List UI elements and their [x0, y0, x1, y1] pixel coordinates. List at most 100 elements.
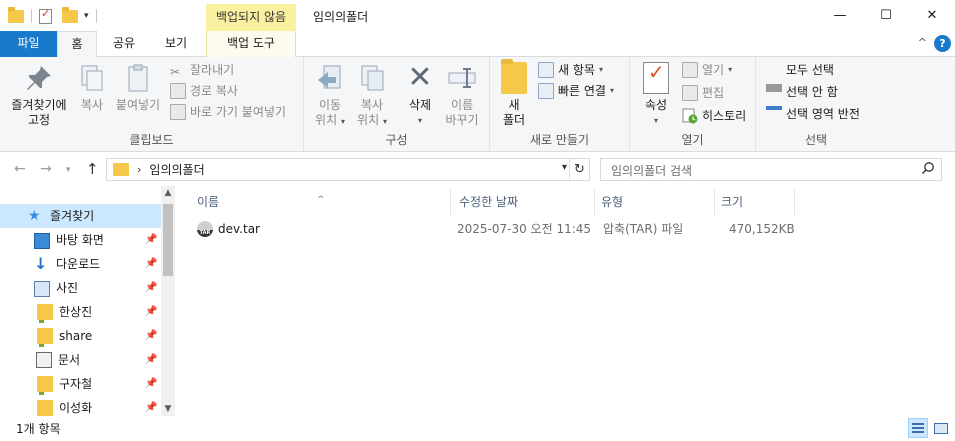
address-bar[interactable]: › 임의의폴더 ▾ ↻	[106, 158, 590, 181]
nav-item-documents[interactable]: 문서 📌	[0, 348, 161, 372]
pin-icon[interactable]: 📌	[145, 324, 157, 348]
pin-icon[interactable]: 📌	[145, 276, 157, 300]
nav-item-desktop[interactable]: 바탕 화면 📌	[0, 228, 161, 252]
nav-item-folder[interactable]: 한상진 📌	[0, 300, 161, 324]
nav-item-quick-access[interactable]: ★ 즐겨찾기	[0, 204, 161, 228]
column-header-modified[interactable]: 수정한 날짜	[451, 189, 595, 215]
copy-path-button[interactable]: 경로 복사	[170, 81, 238, 101]
new-folder-label-line1: 새	[508, 98, 520, 112]
window-title: 임의의폴더	[313, 10, 369, 24]
customize-toolbar-icon[interactable]: ▾	[84, 11, 89, 21]
pin-to-quick-access-button[interactable]: 즐겨찾기에 고정	[6, 62, 72, 128]
properties-icon[interactable]	[39, 7, 52, 24]
invert-selection-button[interactable]: 선택 영역 반전	[766, 104, 860, 124]
up-arrow-icon[interactable]: ↑	[86, 160, 99, 178]
table-row[interactable]: dev.tar 2025-07-30 오전 11:45 압축(TAR) 파일 4…	[195, 218, 795, 240]
back-arrow-icon[interactable]: ←	[14, 161, 26, 177]
scroll-thumb[interactable]	[163, 204, 173, 276]
collapse-ribbon-icon[interactable]: ^	[918, 36, 927, 49]
tab-backup-tools[interactable]: 백업 도구	[206, 31, 296, 57]
recent-locations-icon[interactable]: ▾	[66, 165, 71, 175]
search-placeholder: 임의의폴더 검색	[611, 164, 693, 178]
refresh-icon[interactable]: ↻	[569, 159, 589, 180]
large-icons-view-icon[interactable]	[931, 418, 951, 438]
help-icon[interactable]: ?	[934, 35, 951, 52]
pin-icon[interactable]: 📌	[145, 348, 157, 372]
nav-item-label: 한상진	[59, 305, 93, 319]
new-folder-button[interactable]: 새 폴더	[498, 59, 530, 128]
new-folder-icon[interactable]	[62, 6, 78, 23]
star-icon: ★	[28, 208, 41, 224]
ribbon: 즐겨찾기에 고정 복사 붙여넣기 ✂ 잘라내기 경로 복사 바로 가기 붙여넣기	[0, 57, 955, 152]
properties-label: 속성	[644, 98, 668, 112]
nav-item-share[interactable]: share 📌	[0, 324, 161, 348]
paste-button[interactable]: 붙여넣기	[112, 62, 164, 113]
folder-icon	[113, 163, 129, 176]
rename-label-line1: 이름	[450, 98, 474, 112]
select-all-label: 모두 선택	[786, 63, 834, 77]
search-input[interactable]: 임의의폴더 검색	[600, 158, 942, 181]
column-header-size[interactable]: 크기	[715, 189, 795, 215]
easy-access-button[interactable]: 빠른 연결 ▾	[538, 81, 614, 101]
file-list: 이름 ^ 수정한 날짜 유형 크기 dev.tar 2025-07-30 오전 …	[175, 186, 955, 416]
tab-home[interactable]: 홈	[57, 31, 97, 58]
nav-item-label: 즐겨찾기	[50, 209, 95, 223]
select-none-button[interactable]: 선택 안 함	[766, 82, 838, 102]
select-all-icon	[766, 62, 782, 78]
copy-to-label-line1: 복사	[360, 98, 384, 112]
rename-button[interactable]: 이름 바꾸기	[442, 62, 482, 128]
maximize-button[interactable]: ☐	[863, 0, 909, 31]
move-to-button[interactable]: 이동 위치 ▾	[310, 62, 350, 129]
copy-label: 복사	[80, 98, 104, 112]
tab-share[interactable]: 공유	[104, 31, 144, 57]
open-button[interactable]: 열기 ▾	[682, 60, 732, 80]
delete-button[interactable]: ✕ 삭제 ▾	[400, 62, 440, 128]
history-button[interactable]: 히스토리	[682, 106, 746, 126]
pin-icon[interactable]: 📌	[145, 372, 157, 396]
column-header-name[interactable]: 이름 ^	[175, 189, 451, 215]
chevron-right-icon[interactable]: ›	[137, 163, 141, 176]
delete-label: 삭제	[408, 98, 432, 112]
tab-view[interactable]: 보기	[156, 31, 196, 57]
details-view-icon[interactable]	[908, 418, 928, 438]
breadcrumb[interactable]: 임의의폴더	[149, 161, 204, 178]
file-name[interactable]: dev.tar	[218, 218, 260, 240]
column-header-label: 크기	[721, 195, 744, 209]
navigation-bar: ← → ▾ ↑ › 임의의폴더 ▾ ↻ 임의의폴더 검색	[0, 152, 955, 186]
chevron-down-icon[interactable]: ▾	[562, 162, 567, 173]
file-type: 압축(TAR) 파일	[603, 222, 684, 236]
copy-path-label: 경로 복사	[190, 84, 238, 98]
minimize-button[interactable]: —	[817, 0, 863, 31]
new-item-button[interactable]: 새 항목 ▾	[538, 60, 603, 80]
copy-to-button[interactable]: 복사 위치 ▾	[352, 62, 392, 129]
edit-button[interactable]: 편집	[682, 83, 724, 103]
copy-button[interactable]: 복사	[74, 62, 110, 113]
sort-ascending-icon: ^	[317, 195, 325, 205]
properties-button[interactable]: 속성 ▾	[638, 62, 674, 128]
tab-file[interactable]: 파일	[0, 31, 57, 57]
nav-item-label: 사진	[56, 281, 79, 295]
pin-icon[interactable]: 📌	[145, 252, 157, 276]
pin-icon[interactable]: 📌	[145, 300, 157, 324]
pin-icon[interactable]: 📌	[145, 228, 157, 252]
copy-icon	[76, 62, 108, 94]
forward-arrow-icon[interactable]: →	[40, 161, 52, 177]
select-all-button[interactable]: 모두 선택	[766, 60, 834, 80]
nav-item-pictures[interactable]: 사진 📌	[0, 276, 161, 300]
paste-shortcut-button[interactable]: 바로 가기 붙여넣기	[170, 102, 286, 122]
organize-group: 이동 위치 ▾ 복사 위치 ▾ ✕ 삭제 ▾ 이름 바꾸기 구성	[304, 57, 490, 152]
scroll-down-icon[interactable]: ▼	[161, 404, 175, 414]
chevron-down-icon: ▾	[609, 86, 614, 95]
scissors-icon: ✂	[170, 65, 181, 79]
cut-button[interactable]: ✂ 잘라내기	[170, 60, 234, 80]
nav-item-folder[interactable]: 구자철 📌	[0, 372, 161, 396]
new-item-label: 새 항목	[558, 63, 595, 77]
scroll-up-icon[interactable]: ▲	[161, 188, 175, 198]
nav-pane-scrollbar[interactable]: ▲ ▼	[161, 186, 175, 416]
column-header-type[interactable]: 유형	[595, 189, 715, 215]
nav-item-label: 문서	[58, 353, 81, 367]
chevron-down-icon: ▾	[653, 116, 658, 125]
close-button[interactable]: ✕	[909, 0, 955, 31]
copy-to-label-text: 위치	[357, 113, 380, 127]
nav-item-downloads[interactable]: ↓ 다운로드 📌	[0, 252, 161, 276]
